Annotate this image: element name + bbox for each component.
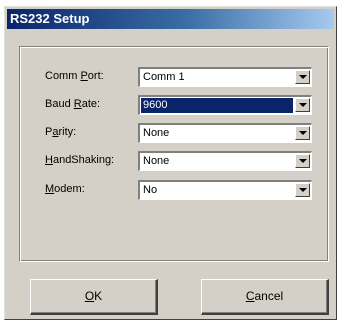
handshaking-value: None: [143, 155, 170, 167]
handshaking-dropdown-button[interactable]: [295, 154, 310, 168]
chevron-down-icon: [299, 131, 307, 135]
chevron-down-icon: [299, 159, 307, 163]
modem-dropdown-button[interactable]: [295, 183, 310, 197]
comm-port-label: Comm Port:: [45, 70, 104, 82]
modem-row: Modem: No: [20, 180, 320, 200]
chevron-down-icon: [299, 75, 307, 79]
handshaking-row: HandShaking: None: [20, 151, 320, 171]
modem-value: No: [143, 184, 158, 196]
settings-group: Comm Port: Comm 1 Baud Rate: 9600 Parity…: [19, 46, 329, 262]
handshaking-select[interactable]: None: [138, 151, 312, 171]
cancel-button[interactable]: Cancel: [201, 279, 329, 315]
baud-rate-label: Baud Rate:: [45, 98, 101, 110]
parity-value: None: [143, 127, 170, 139]
modem-label: Modem:: [45, 183, 85, 195]
parity-label: Parity:: [45, 126, 77, 138]
chevron-down-icon: [299, 188, 307, 192]
comm-port-dropdown-button[interactable]: [295, 70, 310, 84]
comm-port-value: Comm 1: [143, 71, 185, 83]
comm-port-select[interactable]: Comm 1: [138, 67, 312, 87]
baud-rate-value: 9600: [141, 98, 293, 113]
rs232-setup-dialog: RS232 Setup Comm Port: Comm 1 Baud Rate:…: [4, 6, 337, 320]
handshaking-label: HandShaking:: [45, 154, 115, 166]
baud-rate-row: Baud Rate: 9600: [20, 95, 320, 115]
baud-rate-select[interactable]: 9600: [138, 95, 312, 115]
dialog-title[interactable]: RS232 Setup: [7, 9, 334, 29]
parity-row: Parity: None: [20, 123, 320, 143]
ok-button[interactable]: OK: [30, 279, 158, 315]
chevron-down-icon: [299, 103, 307, 107]
comm-port-row: Comm Port: Comm 1: [20, 67, 320, 87]
baud-rate-dropdown-button[interactable]: [295, 98, 310, 112]
modem-select[interactable]: No: [138, 180, 312, 200]
parity-dropdown-button[interactable]: [295, 126, 310, 140]
parity-select[interactable]: None: [138, 123, 312, 143]
